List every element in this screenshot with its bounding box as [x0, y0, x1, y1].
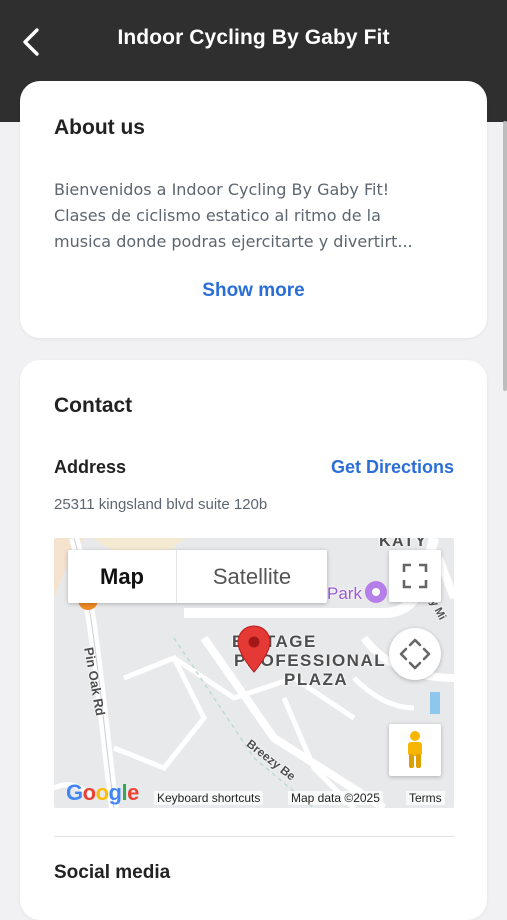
- pegman-icon: [408, 731, 422, 768]
- map-data-attribution: Map data ©2025: [288, 791, 383, 805]
- about-line: Clases de ciclismo estatico al ritmo de …: [54, 206, 381, 225]
- map-place-label: PLAZA: [284, 670, 349, 689]
- about-title: About us: [54, 116, 145, 139]
- map-camera-control[interactable]: [389, 628, 441, 680]
- about-line: Bienvenidos a Indoor Cycling By Gaby Fit…: [54, 180, 390, 199]
- page-title: Indoor Cycling By Gaby Fit: [117, 26, 390, 49]
- street-view-button[interactable]: [389, 724, 441, 776]
- keyboard-shortcuts-link[interactable]: Keyboard shortcuts: [154, 791, 264, 805]
- about-card: About us Bienvenidos a Indoor Cycling By…: [20, 81, 487, 338]
- scrollbar[interactable]: [503, 121, 507, 391]
- divider: [54, 836, 454, 837]
- contact-title: Contact: [54, 394, 133, 417]
- map-footer: Google Keyboard shortcuts Map data ©2025…: [54, 780, 454, 808]
- satellite-tab[interactable]: Satellite: [177, 550, 327, 603]
- get-directions-link[interactable]: Get Directions: [331, 457, 454, 478]
- map-park-label: Park: [327, 584, 362, 603]
- show-more-button[interactable]: Show more: [20, 280, 487, 302]
- contact-card: Contact Address Get Directions 25311 kin…: [20, 360, 487, 920]
- about-line: musica donde podras ejercitarte y divert…: [54, 232, 413, 251]
- map-tab[interactable]: Map: [68, 550, 177, 603]
- map-view[interactable]: KATY Park Katy Mi ERITAGE PROFESSIONAL P…: [54, 538, 454, 808]
- fullscreen-icon: [402, 563, 428, 589]
- fullscreen-button[interactable]: [389, 550, 441, 602]
- terms-link[interactable]: Terms: [406, 791, 445, 805]
- address-label: Address: [54, 457, 127, 477]
- map-type-toggle: Map Satellite: [68, 550, 327, 603]
- address-value: 25311 kingsland blvd suite 120b: [54, 496, 268, 513]
- about-description: Bienvenidos a Indoor Cycling By Gaby Fit…: [54, 177, 456, 255]
- social-media-title: Social media: [54, 862, 171, 883]
- move-arrows-icon: [399, 638, 431, 670]
- location-pin-icon: [237, 625, 271, 673]
- google-logo: Google: [66, 780, 139, 805]
